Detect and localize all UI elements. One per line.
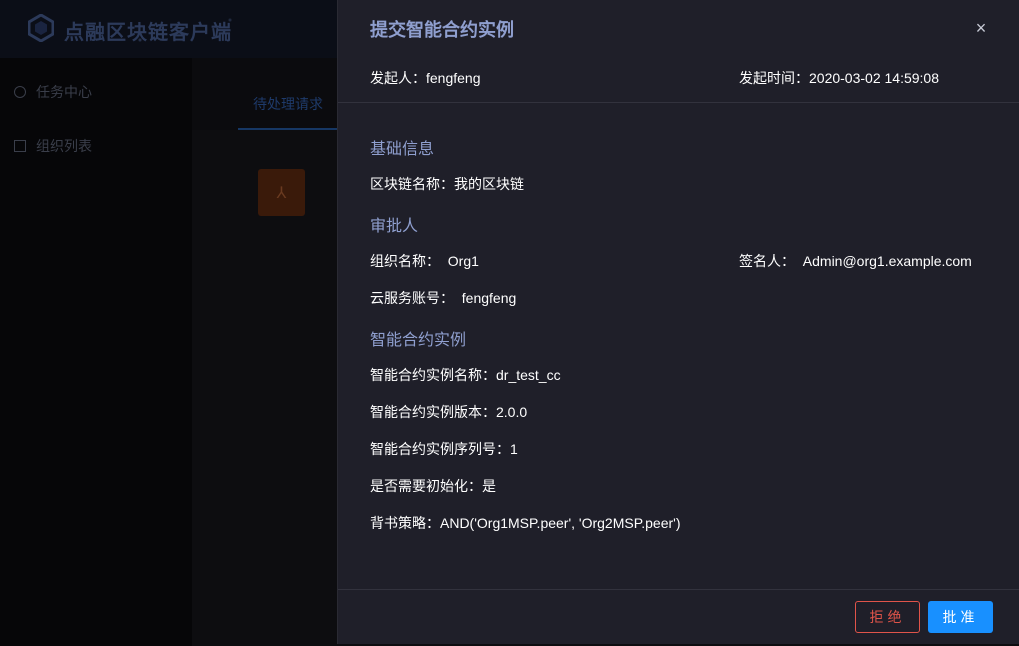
chain-name-label: 区块链名称： — [370, 176, 454, 192]
init-required-field: 是否需要初始化：是 — [370, 476, 496, 496]
chain-name-field: 区块链名称：我的区块链 — [370, 174, 524, 194]
submit-contract-modal: 提交智能合约实例 × 发起人：fengfeng 发起时间：2020-03-02 … — [337, 0, 1019, 644]
list-icon — [14, 140, 26, 152]
endorsement-policy-value: AND('Org1MSP.peer', 'Org2MSP.peer') — [440, 515, 681, 531]
section-title-approver: 审批人 — [370, 218, 419, 235]
modal-title: 提交智能合约实例 — [370, 20, 514, 40]
time-value: 2020-03-02 14:59:08 — [809, 70, 939, 86]
contract-sequence-label: 智能合约实例序列号： — [370, 441, 510, 457]
approve-button[interactable]: 批准 — [928, 601, 993, 633]
app-logo-icon — [28, 14, 54, 42]
org-name-value: Org1 — [447, 253, 479, 269]
app-title: 点融区块链客户端 — [64, 22, 232, 44]
reject-button[interactable]: 拒绝 — [855, 601, 920, 633]
chain-name-value: 我的区块链 — [454, 176, 524, 192]
cloud-account-field: 云服务账号： fengfeng — [370, 288, 516, 308]
contract-version-label: 智能合约实例版本： — [370, 404, 496, 420]
contract-sequence-field: 智能合约实例序列号：1 — [370, 439, 518, 459]
init-required-label: 是否需要初始化： — [370, 478, 482, 494]
initiator-row: 发起人：fengfeng — [370, 68, 481, 88]
endorsement-policy-field: 背书策略：AND('Org1MSP.peer', 'Org2MSP.peer') — [370, 513, 681, 533]
header-divider — [338, 102, 1019, 103]
sidebar-item-label: 组织列表 — [36, 138, 92, 154]
close-icon[interactable]: × — [969, 16, 993, 40]
contract-version-value: 2.0.0 — [496, 404, 528, 420]
signer-value: Admin@org1.example.com — [802, 253, 972, 269]
org-name-label: 组织名称： — [370, 253, 440, 269]
time-row: 发起时间：2020-03-02 14:59:08 — [739, 68, 939, 88]
contract-name-field: 智能合约实例名称：dr_test_cc — [370, 365, 561, 385]
contract-sequence-value: 1 — [510, 441, 518, 457]
signer-label: 签名人： — [739, 253, 795, 269]
section-title-contract: 智能合约实例 — [370, 332, 467, 349]
footer-divider — [338, 589, 1019, 590]
request-card[interactable]: ⅄ — [258, 169, 305, 216]
cloud-account-label: 云服务账号： — [370, 290, 454, 306]
time-label: 发起时间： — [739, 70, 809, 86]
org-name-field: 组织名称： Org1 — [370, 251, 479, 271]
section-title-basic: 基础信息 — [370, 141, 435, 158]
tab-pending-requests[interactable]: 待处理请求 — [238, 94, 338, 130]
initiator-value: fengfeng — [426, 70, 481, 86]
cloud-account-value: fengfeng — [461, 290, 517, 306]
contract-name-value: dr_test_cc — [496, 367, 561, 383]
clock-icon — [14, 86, 26, 98]
contract-icon: ⅄ — [276, 184, 287, 202]
signer-field: 签名人： Admin@org1.example.com — [739, 251, 972, 271]
sidebar: 任务中心 组织列表 — [0, 58, 192, 646]
sidebar-item-task-center[interactable]: 任务中心 — [14, 82, 92, 102]
contract-version-field: 智能合约实例版本：2.0.0 — [370, 402, 527, 422]
endorsement-policy-label: 背书策略： — [370, 515, 440, 531]
init-required-value: 是 — [482, 478, 496, 494]
sidebar-item-org-list[interactable]: 组织列表 — [14, 136, 92, 156]
initiator-label: 发起人： — [370, 70, 426, 86]
sidebar-item-label: 任务中心 — [36, 84, 92, 100]
contract-name-label: 智能合约实例名称： — [370, 367, 496, 383]
